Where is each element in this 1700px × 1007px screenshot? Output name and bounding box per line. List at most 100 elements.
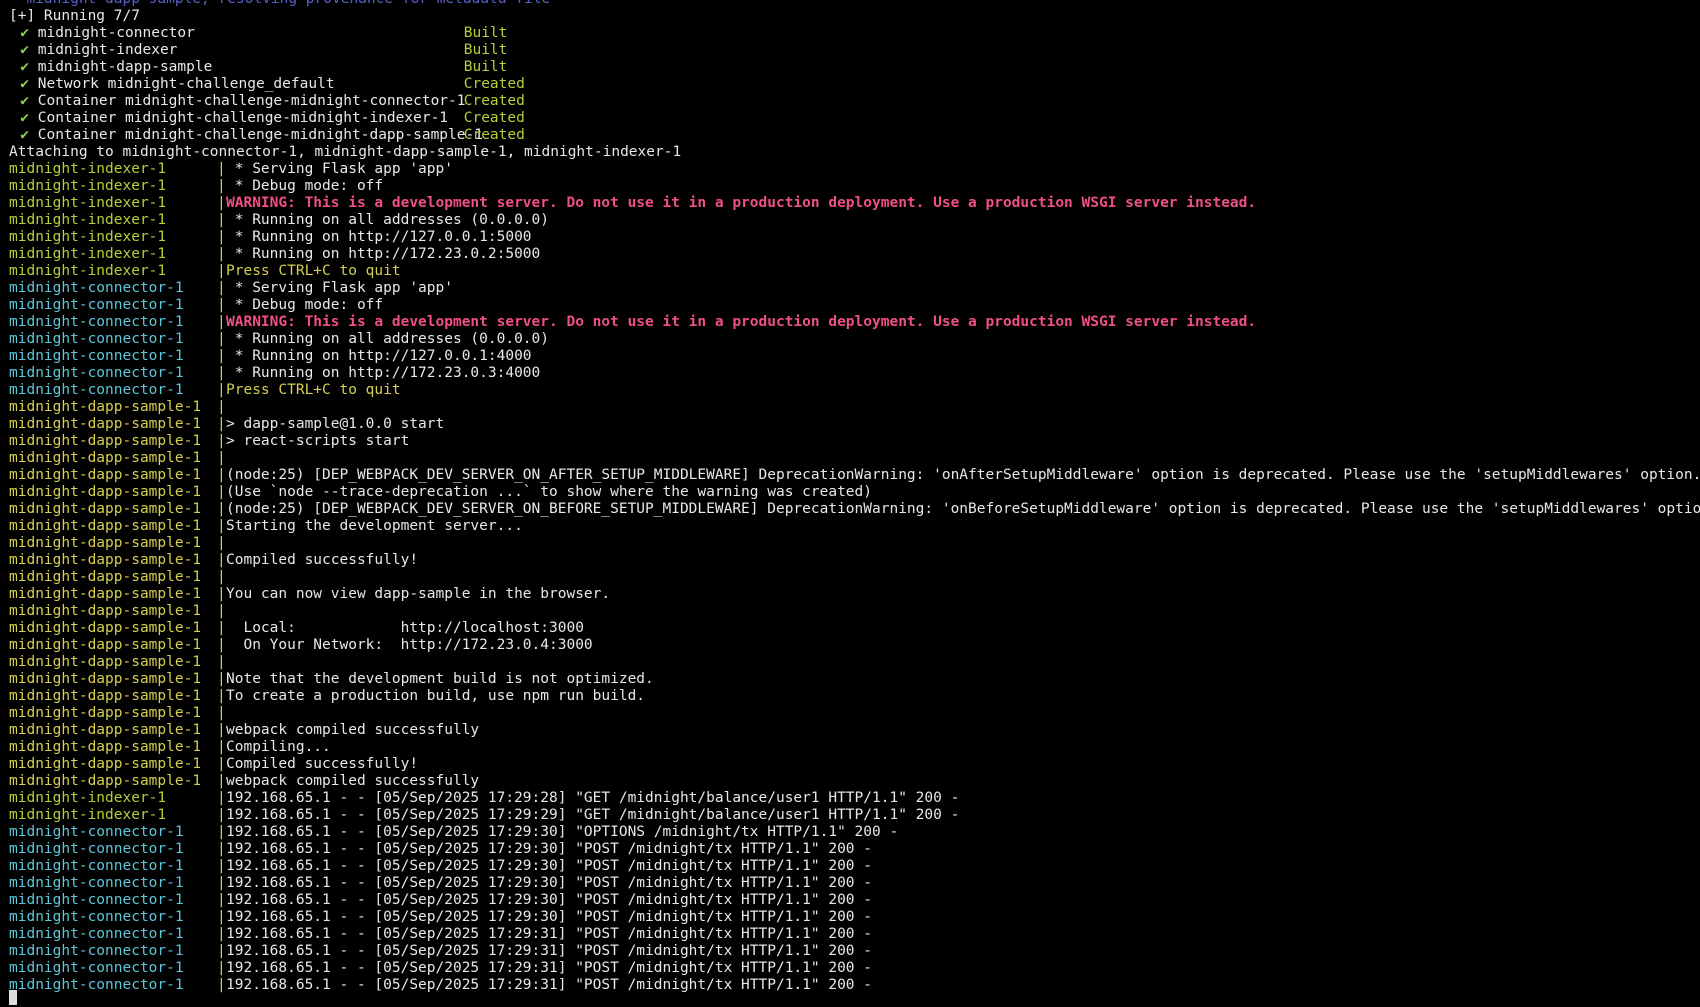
log-line: midnight-dapp-sample-1 |You can now view … [9,586,1700,603]
log-separator: | [217,518,226,534]
build-step-name: Container midnight-challenge-midnight-in… [37,110,449,126]
log-message: 192.168.65.1 - - [05/Sep/2025 17:29:30] … [226,909,873,925]
log-service-prefix: midnight-connector-1 [9,909,184,925]
log-line: midnight-connector-1 |192.168.65.1 - - [0… [9,892,1700,909]
log-service-prefix: midnight-indexer-1 [9,212,167,228]
log-message: webpack compiled successfully [226,773,480,789]
log-service-prefix: midnight-dapp-sample-1 [9,773,202,789]
log-separator: | [217,892,226,908]
build-step-name: Network midnight-challenge_default [37,76,335,92]
log-service-prefix: midnight-connector-1 [9,875,184,891]
log-message: (Use `node --trace-deprecation ...` to s… [226,484,873,500]
log-separator: | [217,705,226,721]
terminal-window[interactable]: midnight-dapp-sample, resolving provenan… [0,0,1700,1007]
log-separator: | [217,484,226,500]
log-line: midnight-connector-1 |192.168.65.1 - - [0… [9,858,1700,875]
log-message: 192.168.65.1 - - [05/Sep/2025 17:29:28] … [226,790,960,806]
log-message: 192.168.65.1 - - [05/Sep/2025 17:29:31] … [226,926,873,942]
log-line: midnight-indexer-1 | * Running on http://… [9,246,1700,263]
log-service-prefix: midnight-connector-1 [9,841,184,857]
build-step-row: ✔ Container midnight-challenge-midnight-… [9,127,1700,144]
log-service-prefix: midnight-dapp-sample-1 [9,484,202,500]
log-message: webpack compiled successfully [226,722,480,738]
log-line: midnight-dapp-sample-1 | [9,569,1700,586]
log-service-prefix: midnight-indexer-1 [9,161,167,177]
log-message: 192.168.65.1 - - [05/Sep/2025 17:29:31] … [226,977,873,993]
log-service-prefix: midnight-dapp-sample-1 [9,637,202,653]
log-service-prefix: midnight-dapp-sample-1 [9,433,202,449]
log-separator: | [217,620,226,636]
log-line: midnight-dapp-sample-1 |(Use `node --trac… [9,484,1700,501]
log-line: midnight-indexer-1 |192.168.65.1 - - [05/… [9,807,1700,824]
log-service-prefix: midnight-connector-1 [9,348,184,364]
log-separator: | [217,552,226,568]
log-service-prefix: midnight-dapp-sample-1 [9,705,202,721]
log-separator: | [217,722,226,738]
log-service-prefix: midnight-indexer-1 [9,246,167,262]
attaching-line: Attaching to midnight-connector-1, midni… [9,144,682,160]
log-service-prefix: midnight-dapp-sample-1 [9,603,202,619]
log-message: To create a production build, use npm ru… [226,688,646,704]
log-message: * Serving Flask app 'app' [226,280,453,296]
log-message: 192.168.65.1 - - [05/Sep/2025 17:29:30] … [226,841,873,857]
log-line: midnight-connector-1 | * Running on http:… [9,365,1700,382]
log-service-prefix: midnight-dapp-sample-1 [9,654,202,670]
log-separator: | [217,178,226,194]
log-service-prefix: midnight-dapp-sample-1 [9,671,202,687]
log-line: midnight-indexer-1 |192.168.65.1 - - [05/… [9,790,1700,807]
log-line: midnight-connector-1 |192.168.65.1 - - [0… [9,960,1700,977]
log-line: midnight-dapp-sample-1 | [9,705,1700,722]
build-step-row: ✔ Network midnight-challenge_default Crea… [9,76,1700,93]
log-line: midnight-dapp-sample-1 |(node:25) [DEP_WE… [9,467,1700,484]
log-service-prefix: midnight-dapp-sample-1 [9,722,202,738]
log-separator: | [217,603,226,619]
log-message: * Running on http://127.0.0.1:4000 [226,348,532,364]
running-status-line: [+] Running 7/7 [9,8,140,24]
log-service-prefix: midnight-dapp-sample-1 [9,620,202,636]
check-icon: ✔ [20,59,29,75]
log-line: midnight-connector-1 |192.168.65.1 - - [0… [9,909,1700,926]
check-icon: ✔ [20,127,29,143]
build-step-name: midnight-indexer [37,42,178,58]
log-service-prefix: midnight-connector-1 [9,858,184,874]
build-step-name: Container midnight-challenge-midnight-da… [37,127,483,143]
log-line: midnight-dapp-sample-1 | [9,535,1700,552]
build-step-status: Built [463,25,508,41]
log-message: WARNING: This is a development server. D… [226,314,1257,330]
check-icon: ✔ [20,42,29,58]
log-line: midnight-dapp-sample-1 |webpack compiled … [9,722,1700,739]
log-service-prefix: midnight-connector-1 [9,382,184,398]
build-step-status: Created [463,127,525,143]
log-service-prefix: midnight-connector-1 [9,926,184,942]
log-separator: | [217,365,226,381]
log-service-prefix: midnight-connector-1 [9,331,184,347]
log-separator: | [217,399,226,415]
log-line: midnight-connector-1 |192.168.65.1 - - [0… [9,943,1700,960]
check-icon: ✔ [20,25,29,41]
log-service-prefix: midnight-connector-1 [9,824,184,840]
log-line: midnight-connector-1 |192.168.65.1 - - [0… [9,977,1700,994]
build-step-row: ✔ midnight-dapp-sample Built [9,59,1700,76]
log-line: midnight-dapp-sample-1 | [9,654,1700,671]
log-lines-list: midnight-indexer-1 | * Serving Flask app … [9,161,1700,994]
log-service-prefix: midnight-connector-1 [9,892,184,908]
log-message: Note that the development build is not o… [226,671,654,687]
log-message: (node:25) [DEP_WEBPACK_DEV_SERVER_ON_AFT… [226,467,1700,483]
build-step-row: ✔ midnight-indexer Built [9,42,1700,59]
log-service-prefix: midnight-indexer-1 [9,263,167,279]
log-service-prefix: midnight-dapp-sample-1 [9,501,202,517]
log-line: midnight-connector-1 |WARNING: This is a … [9,314,1700,331]
build-step-status: Created [463,110,525,126]
log-message: Local: http://localhost:3000 [226,620,584,636]
log-service-prefix: midnight-dapp-sample-1 [9,756,202,772]
log-message: On Your Network: http://172.23.0.4:3000 [226,637,593,653]
log-line: midnight-indexer-1 |WARNING: This is a de… [9,195,1700,212]
log-message: * Running on all addresses (0.0.0.0) [226,331,550,347]
log-line: midnight-dapp-sample-1 |webpack compiled … [9,773,1700,790]
log-separator: | [217,535,226,551]
log-service-prefix: midnight-indexer-1 [9,229,167,245]
